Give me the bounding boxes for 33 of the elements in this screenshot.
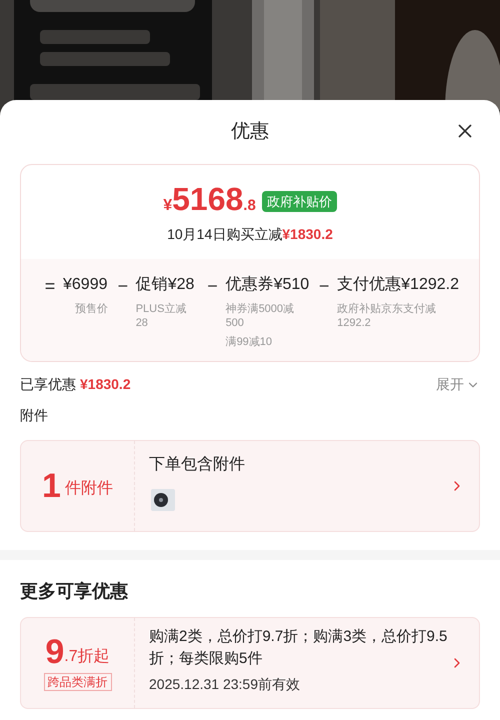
accessories-heading: 附件 [19,406,49,425]
sheet-title: 优惠 [231,120,269,144]
breakdown-note: 满99减10 [226,335,274,349]
offer-tag: 跨品类满折 [44,673,112,691]
breakdown-amount: 优惠券¥510 [226,274,310,295]
operator-sign: − [318,275,330,298]
operator-sign: = [44,275,56,298]
expand-toggle[interactable]: 展开 [436,374,480,395]
enjoyed-label: 已享优惠 [20,375,76,394]
enjoyed-amount: ¥1830.2 [80,375,131,394]
operator-sign: − [206,275,219,298]
subsidy-badge: 政府补贴价 [262,190,337,212]
offer-discount-suffix: .7折起 [64,647,110,667]
offer-description: 购满2类，总价打9.7折；购满3类，总价打9.5折；每类限购5件 [149,627,448,669]
more-heading: 更多可享优惠 [19,580,129,603]
breakdown-amount: ¥6999 [63,275,108,295]
breakdown-note: 预售价 [74,302,108,316]
breakdown-amount: 促销¥28 [136,275,196,295]
breakdown-note: PLUS立减28 [136,302,188,330]
accessory-title: 下单包含附件 [149,455,246,475]
offer-discount: 9 [45,635,64,669]
accessory-card[interactable]: 1 件附件 下单包含附件 [20,440,480,532]
outdoor-unit-icon [149,487,177,513]
offer-validity: 2025.12.31 23:59前有效 [149,675,301,694]
breakdown-note: 政府补贴京东支付减1292.2 [337,302,438,330]
offer-card[interactable]: 9.7折起 跨品类满折 购满2类，总价打9.7折；购满3类，总价打9.5折；每类限购5件 2025.12.31 23:59前有效 [20,617,480,709]
accessory-count: 1 [42,469,61,503]
price: ¥5168.8 [163,183,256,218]
discount-summary: 10月14日购买立减¥1830.2 [167,225,333,244]
operator-sign: − [116,275,130,298]
breakdown-note: 神券满5000减500 [226,302,296,330]
breakdown-amount: 支付优惠¥1292.2 [337,274,459,295]
accessory-unit: 件附件 [64,479,113,499]
